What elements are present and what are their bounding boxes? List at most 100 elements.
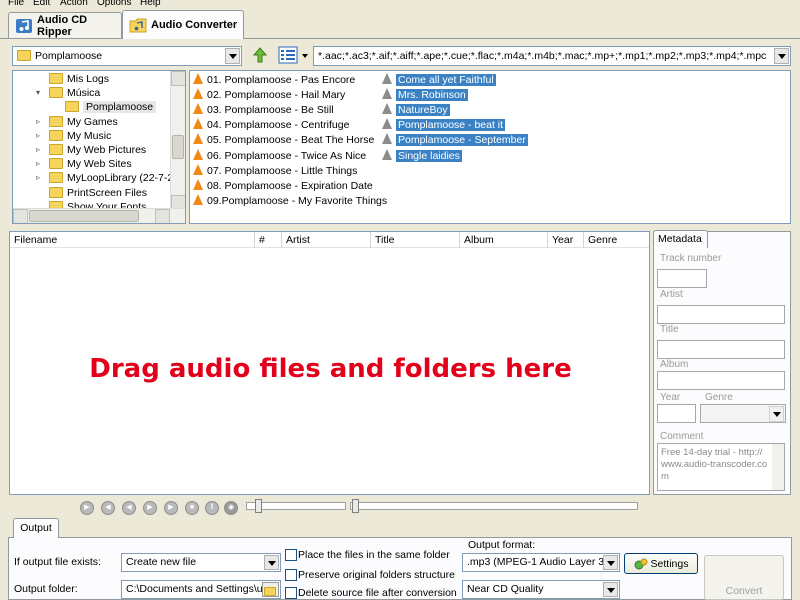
file-item[interactable]: 05. Pomplamoose - Beat The Horse — [193, 133, 374, 148]
file-item[interactable]: 09.Pomplamoose - My Favorite Things — [193, 193, 387, 209]
seek-slider-thumb[interactable] — [352, 499, 359, 513]
file-item[interactable]: 07. Pomplamoose - Little Things — [193, 163, 357, 179]
chevron-down-icon[interactable] — [774, 48, 789, 64]
tab-audio-converter[interactable]: Audio Converter — [122, 10, 244, 39]
view-mode-button[interactable] — [278, 45, 310, 65]
tree-item[interactable]: Mis Logs — [49, 72, 109, 86]
chevron-down-icon[interactable] — [769, 406, 784, 422]
scroll-right-icon[interactable] — [155, 209, 170, 223]
file-item[interactable]: Mrs. Robinson — [382, 88, 468, 103]
rewind-icon[interactable]: ◀ — [122, 501, 136, 515]
chevron-down-icon[interactable] — [225, 48, 240, 64]
file-item[interactable]: Pomplamoose - beat it — [382, 118, 506, 133]
scroll-up-icon[interactable] — [171, 71, 185, 86]
artist-input[interactable] — [657, 305, 785, 324]
folder-combo[interactable]: Pomplamoose — [12, 46, 242, 66]
convert-button[interactable]: Convert — [704, 555, 784, 600]
chevron-down-icon[interactable] — [603, 555, 618, 570]
genre-select[interactable] — [700, 404, 786, 423]
expand-right-icon[interactable]: ▹ — [36, 171, 40, 185]
vlc-cone-icon — [193, 118, 203, 130]
skip-back-icon[interactable]: ◀ — [101, 501, 115, 515]
file-item[interactable]: 06. Pomplamoose - Twice As Nice — [193, 148, 366, 164]
same-folder-checkbox[interactable] — [285, 549, 297, 561]
menu-help[interactable]: Help — [140, 0, 161, 8]
folder-icon — [17, 50, 31, 61]
scroll-left-icon[interactable] — [13, 209, 28, 223]
conversion-grid[interactable]: Filename # Artist Title Album Year Genre… — [9, 231, 650, 495]
tree-item[interactable]: Pomplamoose — [65, 100, 157, 114]
quality-select[interactable]: Near CD Quality — [462, 580, 620, 599]
if-exists-select[interactable]: Create new file — [121, 553, 281, 572]
tab-output[interactable]: Output — [13, 518, 59, 538]
col-genre[interactable]: Genre — [584, 232, 649, 248]
menu-options[interactable]: Options — [97, 0, 131, 8]
up-folder-button[interactable] — [250, 45, 270, 65]
play-icon[interactable]: ▶ — [80, 501, 94, 515]
file-list[interactable]: 01. Pomplamoose - Pas Encore 02. Pomplamo… — [189, 70, 791, 224]
col-album[interactable]: Album — [460, 232, 548, 248]
file-item[interactable]: NatureBoy — [382, 103, 450, 118]
filter-combo[interactable]: *.aac;*.ac3;*.aif;*.aiff;*.ape;*.cue;*.f… — [313, 46, 791, 66]
tree-item[interactable]: ▹ My Web Pictures — [36, 143, 146, 157]
col-year[interactable]: Year — [548, 232, 584, 248]
tree-item[interactable]: ▹ My Games — [36, 115, 118, 129]
col-artist[interactable]: Artist — [282, 232, 371, 248]
tree-item[interactable]: ▹ My Web Sites — [36, 157, 132, 171]
expand-right-icon[interactable]: ▹ — [36, 115, 40, 129]
file-item[interactable]: Pomplamoose - September — [382, 133, 528, 148]
year-input[interactable] — [657, 404, 696, 423]
scroll-thumb[interactable] — [172, 135, 184, 159]
vlc-cone-icon — [382, 148, 392, 160]
menu-action[interactable]: Action — [60, 0, 88, 8]
file-item[interactable]: Come all yet Faithful — [382, 73, 496, 88]
volume-icon[interactable]: ◉ — [224, 501, 238, 515]
output-format-select[interactable]: .mp3 (MPEG-1 Audio Layer 3) — [462, 553, 620, 572]
volume-slider-thumb[interactable] — [255, 499, 262, 513]
file-item[interactable]: 04. Pomplamoose - Centrifuge — [193, 118, 349, 133]
browse-folder-icon[interactable] — [262, 582, 279, 597]
tree-item[interactable]: ▹ My Music — [36, 129, 111, 143]
tree-item[interactable]: ▾ Música — [36, 86, 100, 100]
file-item[interactable]: 03. Pomplamoose - Be Still — [193, 103, 334, 118]
pause-icon[interactable]: ‖ — [205, 501, 219, 515]
chevron-down-icon[interactable] — [264, 555, 279, 570]
settings-button[interactable]: Settings — [624, 553, 698, 574]
menu-file[interactable]: File — [8, 0, 24, 8]
comment-scrollbar[interactable] — [772, 444, 784, 490]
col-number[interactable]: # — [255, 232, 282, 248]
delete-source-checkbox[interactable] — [285, 587, 297, 599]
comment-textarea[interactable]: Free 14-day trial - http://www.audio-tra… — [657, 443, 785, 491]
file-item[interactable]: 01. Pomplamoose - Pas Encore — [193, 73, 355, 88]
chevron-down-icon[interactable] — [603, 582, 618, 597]
title-input[interactable] — [657, 340, 785, 359]
tree-item[interactable]: ▹ MyLoopLibrary (22-7-201 — [36, 171, 185, 185]
expand-down-icon[interactable]: ▾ — [36, 86, 40, 100]
output-folder-input[interactable]: C:\Documents and Settings\upt — [121, 580, 281, 599]
expand-right-icon[interactable]: ▹ — [36, 143, 40, 157]
file-item[interactable]: Single laidies — [382, 148, 462, 164]
file-item[interactable]: 08. Pomplamoose - Expiration Date — [193, 178, 373, 194]
stop-icon[interactable]: ■ — [185, 501, 199, 515]
album-input[interactable] — [657, 371, 785, 390]
tree-hscrollbar[interactable] — [13, 208, 185, 223]
volume-slider[interactable] — [246, 499, 346, 513]
col-title[interactable]: Title — [371, 232, 460, 248]
fast-forward-icon[interactable]: ▶ — [143, 501, 157, 515]
menu-edit[interactable]: Edit — [33, 0, 50, 8]
col-filename[interactable]: Filename — [10, 232, 255, 248]
expand-right-icon[interactable]: ▹ — [36, 157, 40, 171]
tree-vscrollbar[interactable] — [170, 71, 185, 210]
tab-metadata[interactable]: Metadata — [653, 230, 708, 248]
folder-tree[interactable]: Mis Logs ▾ Música Pomplamoose ▹ My Games ▹ My M… — [12, 70, 186, 224]
skip-forward-icon[interactable]: ▶ — [164, 501, 178, 515]
track-number-input[interactable] — [657, 269, 707, 288]
folder-icon — [49, 87, 63, 99]
file-item[interactable]: 02. Pomplamoose - Hail Mary — [193, 88, 345, 103]
scroll-thumb[interactable] — [29, 210, 139, 222]
tree-item[interactable]: PrintScreen Files — [49, 186, 147, 200]
seek-slider[interactable] — [350, 499, 638, 513]
preserve-structure-checkbox[interactable] — [285, 569, 297, 581]
expand-right-icon[interactable]: ▹ — [36, 129, 40, 143]
tab-audio-cd-ripper[interactable]: Audio CD Ripper — [8, 12, 122, 38]
